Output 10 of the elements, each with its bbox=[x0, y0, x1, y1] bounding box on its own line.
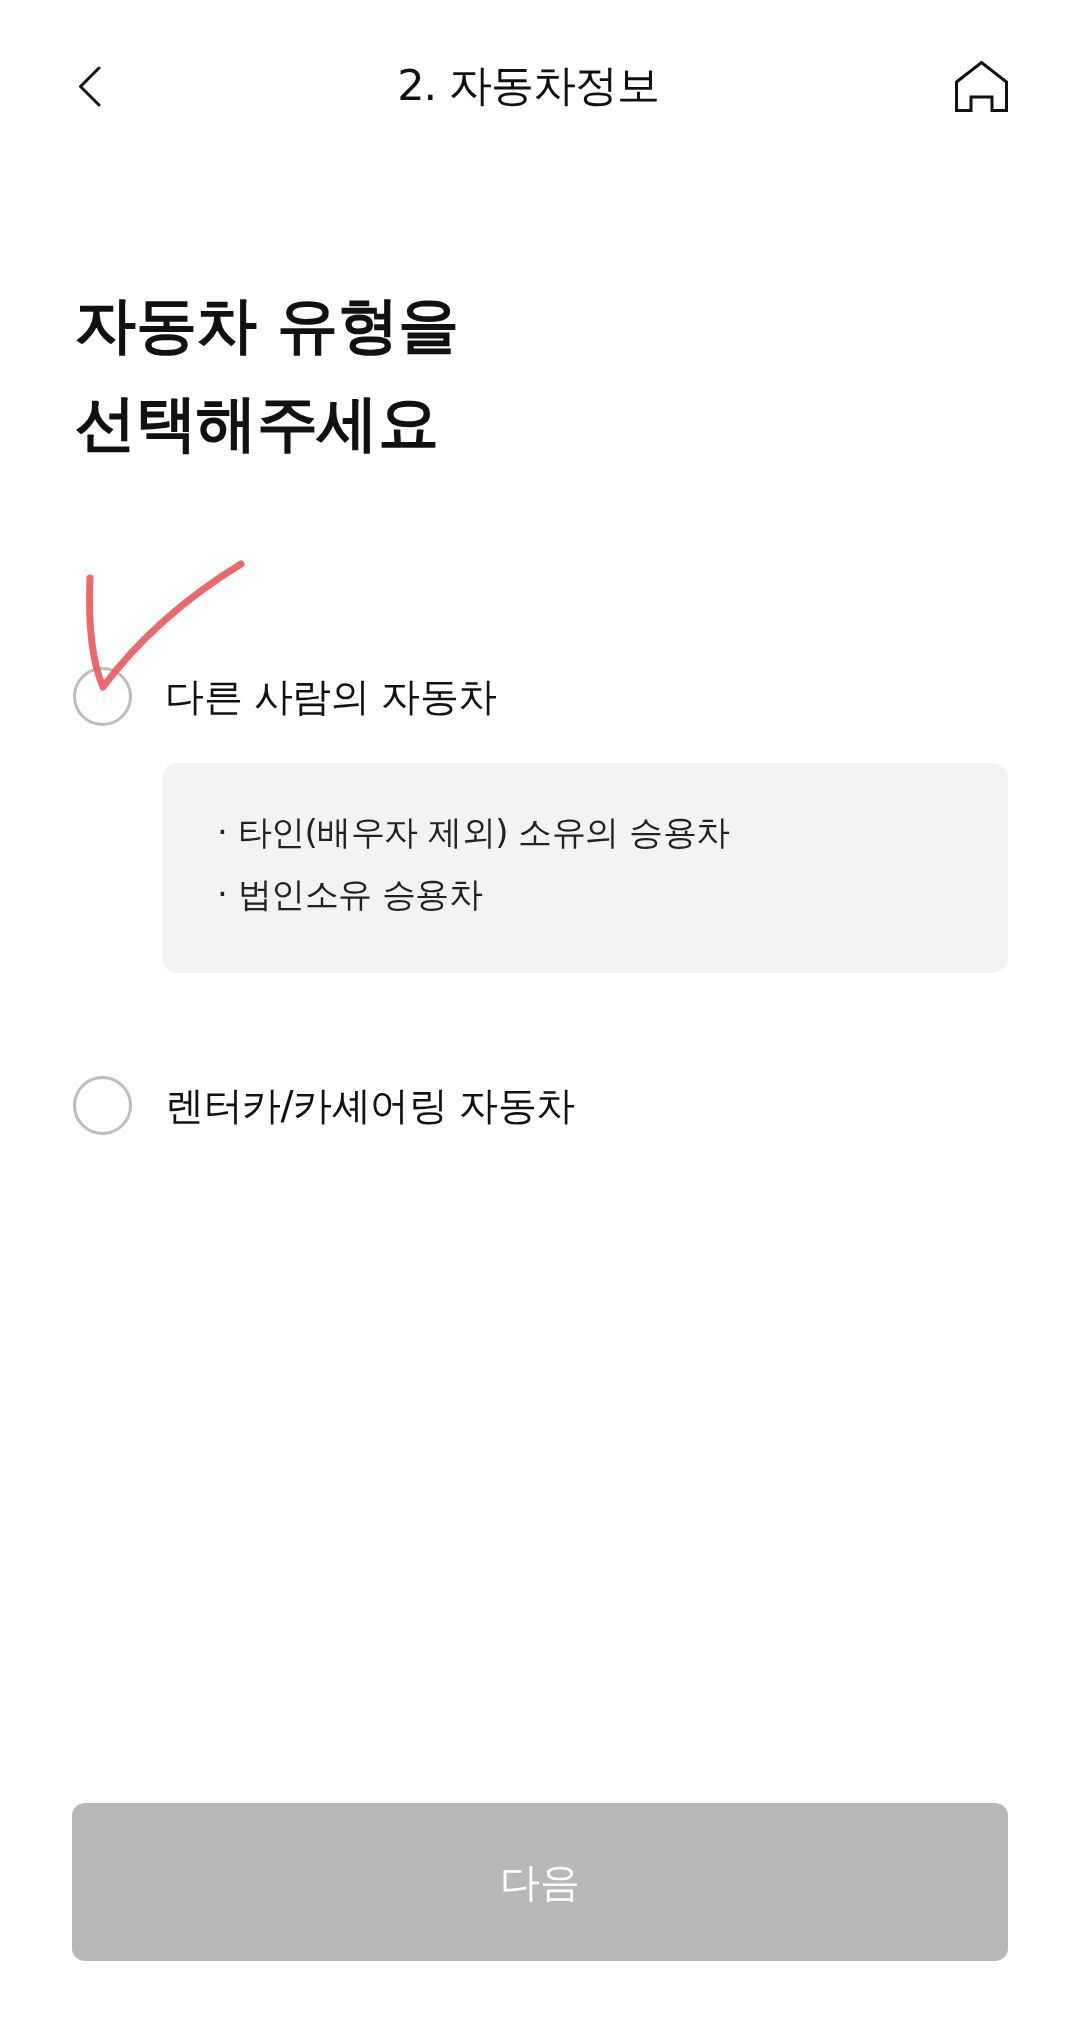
chevron-left-icon bbox=[78, 65, 101, 107]
home-button[interactable] bbox=[955, 60, 1008, 112]
detail-text: · 법인소유 승용차 bbox=[217, 873, 484, 916]
page-heading: 자동차 유형을 선택해주세요 bbox=[75, 288, 460, 460]
option-label[interactable]: 렌터카/카셰어링 자동차 bbox=[165, 1078, 575, 1133]
detail-text: · 타인(배우자 제외) 소유의 승용차 bbox=[217, 811, 731, 854]
page-title: 2. 자동차정보 bbox=[397, 59, 659, 112]
option-label[interactable]: 다른 사람의 자동차 bbox=[165, 669, 497, 724]
home-icon bbox=[955, 60, 1008, 112]
back-button[interactable] bbox=[78, 65, 101, 107]
